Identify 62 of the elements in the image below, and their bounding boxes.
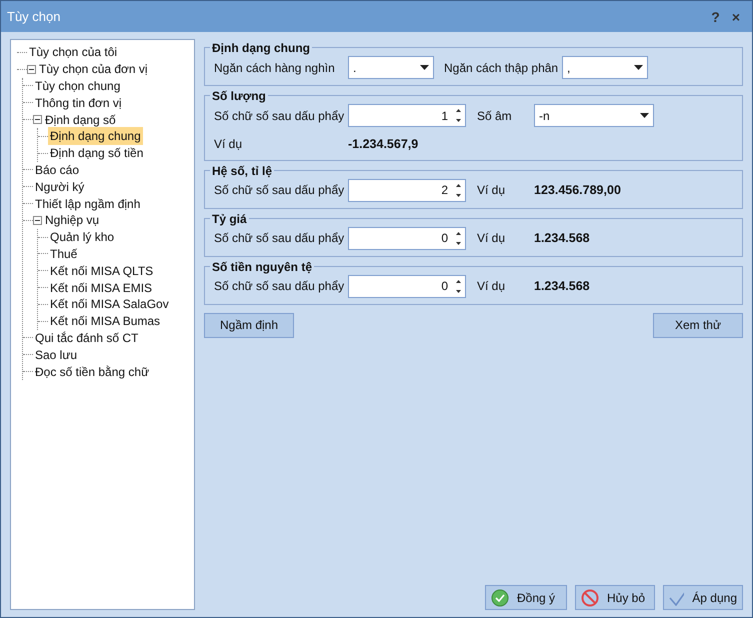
dropdown-arrow-icon xyxy=(634,65,643,70)
tree-item[interactable]: Qui tắc đánh số CT xyxy=(33,328,140,347)
default-button[interactable]: Ngầm định xyxy=(204,312,294,338)
field-label: Số âm xyxy=(477,108,513,124)
example-value: -1.234.567,9 xyxy=(348,136,420,153)
tree-item[interactable]: Kết nối MISA EMIS xyxy=(48,278,154,297)
tree-item[interactable]: Thuế xyxy=(48,244,80,263)
tree-item[interactable]: Tùy chọn chung xyxy=(33,77,122,95)
window-title: Tùy chọn xyxy=(7,8,60,26)
tree-item[interactable]: Sao lưu xyxy=(33,346,80,364)
spin-arrows-icon xyxy=(456,280,461,293)
field-label: Số chữ số sau dấu phẩy xyxy=(214,230,346,248)
ok-button[interactable]: Đồng ý xyxy=(485,585,567,610)
dropdown[interactable]: , xyxy=(562,56,648,79)
collapse-icon[interactable] xyxy=(33,216,42,225)
spin-arrows-icon xyxy=(456,232,461,245)
spin-arrows-icon xyxy=(456,184,461,197)
tree-item[interactable]: Thông tin đơn vị xyxy=(33,94,124,112)
example-value: 1.234.568 xyxy=(534,230,591,247)
number-spinner[interactable]: 0 xyxy=(348,274,466,298)
dropdown-arrow-icon xyxy=(420,65,429,70)
number-spinner[interactable]: 2 xyxy=(348,178,466,202)
field-label: Ví dụ xyxy=(214,136,244,154)
tree-item[interactable]: Người ký xyxy=(33,178,86,196)
prohibited-icon xyxy=(581,588,599,606)
field-label: Ngăn cách thập phân xyxy=(444,60,560,76)
number-spinner[interactable]: 1 xyxy=(348,104,466,127)
tree-item[interactable]: Quản lý kho xyxy=(48,228,116,246)
example-value: 123.456.789,00 xyxy=(534,182,622,199)
tree-item[interactable]: Kết nối MISA Bumas xyxy=(48,312,162,330)
tree-item[interactable]: Đọc số tiền bằng chữ xyxy=(33,362,152,381)
number-spinner[interactable]: 0 xyxy=(348,226,466,250)
tree-item[interactable]: Nghiệp vụ xyxy=(43,211,102,230)
field-label: Số chữ số sau dấu phẩy xyxy=(214,182,346,200)
check-circle-icon xyxy=(491,588,509,606)
example-value: 1.234.568 xyxy=(534,278,591,295)
preview-button[interactable]: Xem thử xyxy=(653,312,743,338)
field-label: Số chữ số sau dấu phẩy xyxy=(214,108,346,124)
tree-item[interactable]: Kết nối MISA SalaGov xyxy=(48,295,171,314)
tree-item[interactable]: Định dạng chung xyxy=(48,127,143,146)
tree-item[interactable]: Định dạng số xyxy=(43,110,118,129)
collapse-icon[interactable] xyxy=(33,115,42,124)
field-label: Ví dụ xyxy=(477,230,506,248)
field-label: Ví dụ xyxy=(477,182,506,200)
tree-item[interactable]: Báo cáo xyxy=(33,160,82,179)
tree-item[interactable]: Kết nối MISA QLTS xyxy=(48,262,156,280)
field-label: Ví dụ xyxy=(477,278,506,296)
dropdown[interactable]: -n xyxy=(534,104,654,127)
tree-item[interactable]: Tùy chọn của tôi xyxy=(27,43,120,62)
apply-button[interactable]: Áp dụng xyxy=(663,585,743,610)
spin-arrows-icon xyxy=(456,109,461,122)
field-label: Số chữ số sau dấu phẩy xyxy=(214,278,346,296)
cancel-button[interactable]: Hủy bỏ xyxy=(575,585,655,610)
tree-item[interactable]: Thiết lập ngầm định xyxy=(33,194,142,213)
help-button[interactable]: ? xyxy=(705,10,726,24)
dropdown-arrow-icon xyxy=(640,113,649,118)
collapse-icon[interactable] xyxy=(27,64,36,74)
close-button[interactable]: × xyxy=(726,10,746,24)
tree-item[interactable]: Tùy chọn của đơn vị xyxy=(37,60,150,78)
tree-item[interactable]: Định dạng số tiền xyxy=(48,144,146,162)
field-label: Ngăn cách hàng nghìn xyxy=(214,60,336,76)
dropdown[interactable]: . xyxy=(348,56,434,79)
